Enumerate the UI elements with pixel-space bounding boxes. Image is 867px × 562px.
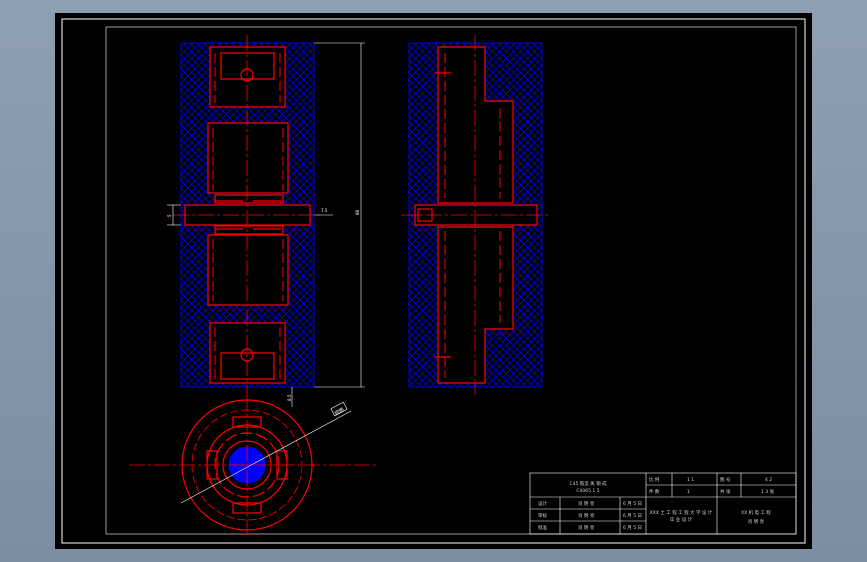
tb-row-role: 设计 xyxy=(538,500,547,507)
top-view xyxy=(129,395,377,535)
cad-drawing: 5 7.5 88 8.5 视图 C45 锻造 离 钢 成 C4065 1 5 比… xyxy=(61,18,806,544)
tb-row-date: 6 月 5 日 xyxy=(623,501,642,507)
tb-company: XX 机 电 工 程 xyxy=(741,509,771,516)
tb-qty-label: 件 数 xyxy=(649,488,660,495)
tb-project-sub: 毕 业 设 计 xyxy=(670,516,693,523)
tb-scale-label: 比 例 xyxy=(649,476,660,483)
tb-project: XXX 土 工 程 工 程 大 学 设 计 xyxy=(650,509,713,516)
side-section-view xyxy=(401,35,549,395)
tb-row-role: 审核 xyxy=(538,512,547,519)
tb-row-date: 6 月 5 日 xyxy=(623,525,642,531)
tb-company-sub: 肖 明 亮 xyxy=(748,518,765,525)
dim-overall-height: 88 xyxy=(355,209,360,215)
callout-label: 视图 xyxy=(333,406,345,417)
tb-sheet-value: 4 2 xyxy=(765,477,772,483)
tb-sheet-label: 图 号 xyxy=(720,477,731,483)
dim-left-gap: 5 xyxy=(167,214,172,217)
cad-viewport[interactable]: 5 7.5 88 8.5 视图 C45 锻造 离 钢 成 C4065 1 5 比… xyxy=(55,13,812,549)
tb-weight-value: 1 3 张 xyxy=(761,488,775,495)
tb-qty-value: 1 xyxy=(687,489,690,495)
front-section-view: 5 7.5 88 8.5 xyxy=(167,35,365,407)
tb-row-role: 批准 xyxy=(538,524,547,531)
tb-standard: C4065 1 5 xyxy=(576,488,599,494)
tb-row-name: 肖 明 亮 xyxy=(578,500,595,507)
dim-right-gap: 7.5 xyxy=(321,208,328,213)
tb-scale-value: 1 1 xyxy=(687,477,694,483)
tb-material: C45 锻造 离 钢 成 xyxy=(569,480,607,487)
tb-row-date: 6 月 5 日 xyxy=(623,513,642,519)
tb-weight-label: 共 张 xyxy=(720,488,731,495)
tb-row-name: 肖 明 亮 xyxy=(578,512,595,519)
dim-bottom-offset: 8.5 xyxy=(287,394,292,401)
tb-row-name: 肖 明 亮 xyxy=(578,524,595,531)
